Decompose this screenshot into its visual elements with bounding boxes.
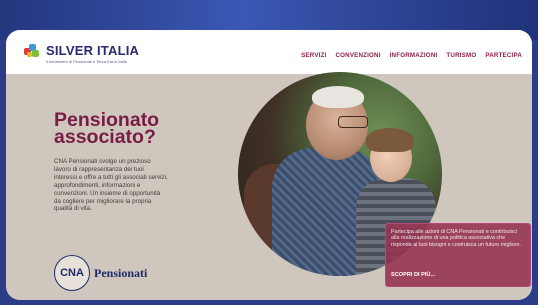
cna-badge-icon: CNA	[54, 255, 90, 291]
nav-convenzioni[interactable]: CONVENZIONI	[335, 52, 380, 59]
silver-italia-logo[interactable]: SILVER ITALIA Il benessere di Pensionati…	[24, 42, 139, 68]
nav-servizi[interactable]: SERVIZI	[301, 52, 326, 59]
hero-title-line2: associato?	[54, 126, 156, 148]
brand-tagline: Il benessere di Pensionati e Terza Età i…	[46, 59, 127, 64]
scopri-di-piu-link[interactable]: SCOPRI DI PIÙ...	[391, 272, 435, 278]
main-nav: SERVIZI CONVENZIONI INFORMAZIONI TURISMO…	[301, 52, 522, 59]
brand-name: SILVER ITALIA	[46, 43, 140, 58]
nav-turismo[interactable]: TURISMO	[446, 52, 476, 59]
hero-section: Pensionato associato? CNA Pensionati svo…	[6, 72, 532, 300]
nav-partecipa[interactable]: PARTECIPA	[485, 52, 522, 59]
cna-pensionati-logo[interactable]: CNA Pensionati	[54, 255, 147, 291]
hero-title: Pensionato associato?	[54, 110, 159, 148]
logo-mark-icon	[24, 44, 42, 58]
website-frame: SILVER ITALIA Il benessere di Pensionati…	[6, 30, 532, 300]
hero-description: CNA Pensionati svolge un prezioso lavoro…	[54, 158, 168, 213]
info-box-text: Partecipa alle azioni di CNA Pensionati …	[391, 229, 522, 248]
cna-badge-text: CNA	[60, 267, 84, 279]
info-box: Partecipa alle azioni di CNA Pensionati …	[385, 223, 531, 287]
cna-name: Pensionati	[94, 265, 148, 280]
nav-informazioni[interactable]: INFORMAZIONI	[390, 52, 438, 59]
site-header: SILVER ITALIA Il benessere di Pensionati…	[6, 30, 532, 74]
